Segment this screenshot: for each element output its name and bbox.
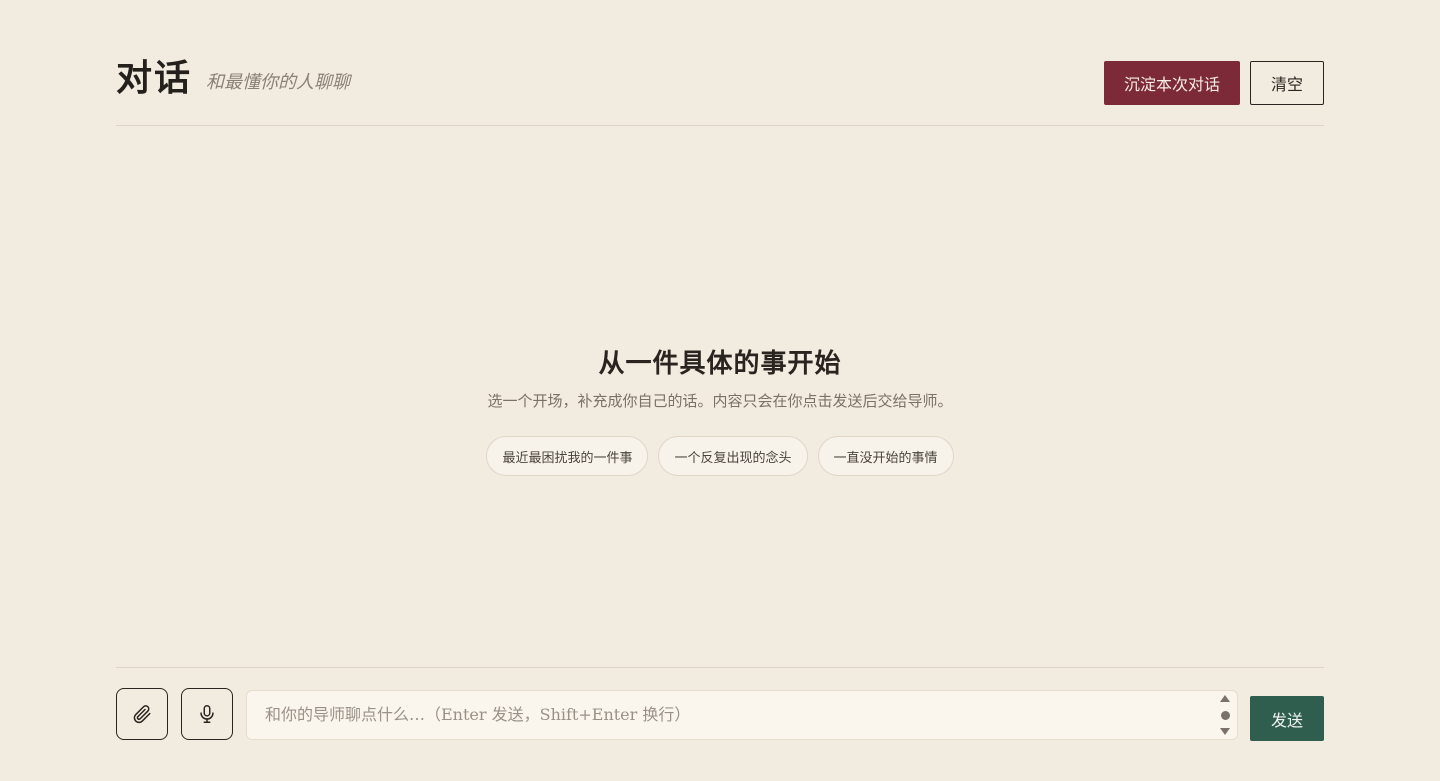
message-input-container — [246, 690, 1238, 740]
clear-button[interactable]: 清空 — [1250, 61, 1324, 105]
page-header: 对话 和最懂你的人聊聊 沉淀本次对话 清空 — [116, 0, 1324, 126]
paperclip-icon — [133, 705, 151, 724]
chat-page: 对话 和最懂你的人聊聊 沉淀本次对话 清空 从一件具体的事开始 选一个开场，补充… — [0, 0, 1440, 781]
starter-chip[interactable]: 一个反复出现的念头 — [658, 436, 808, 476]
message-composer: 发送 — [116, 667, 1324, 781]
scroll-thumb[interactable] — [1220, 710, 1230, 720]
page-subtitle: 和最懂你的人聊聊 — [206, 72, 350, 93]
starter-chip[interactable]: 最近最困扰我的一件事 — [486, 436, 649, 476]
empty-state-title: 从一件具体的事开始 — [598, 349, 842, 379]
microphone-icon — [200, 705, 214, 723]
attach-button[interactable] — [116, 688, 168, 740]
save-conversation-button[interactable]: 沉淀本次对话 — [1104, 61, 1240, 105]
message-input[interactable] — [247, 691, 1219, 739]
empty-state-description: 选一个开场，补充成你自己的话。内容只会在你点击发送后交给导师。 — [487, 392, 953, 410]
voice-input-button[interactable] — [181, 688, 233, 740]
starter-chips: 最近最困扰我的一件事 一个反复出现的念头 一直没开始的事情 — [0, 436, 1440, 476]
empty-state: 从一件具体的事开始 选一个开场，补充成你自己的话。内容只会在你点击发送后交给导师… — [0, 344, 1440, 476]
send-button[interactable]: 发送 — [1250, 696, 1324, 741]
input-scrollbar[interactable] — [1219, 695, 1231, 735]
starter-chip[interactable]: 一直没开始的事情 — [817, 436, 954, 476]
scroll-down-icon[interactable] — [1220, 728, 1230, 735]
scroll-up-icon[interactable] — [1220, 695, 1230, 702]
page-title: 对话 — [116, 57, 193, 99]
